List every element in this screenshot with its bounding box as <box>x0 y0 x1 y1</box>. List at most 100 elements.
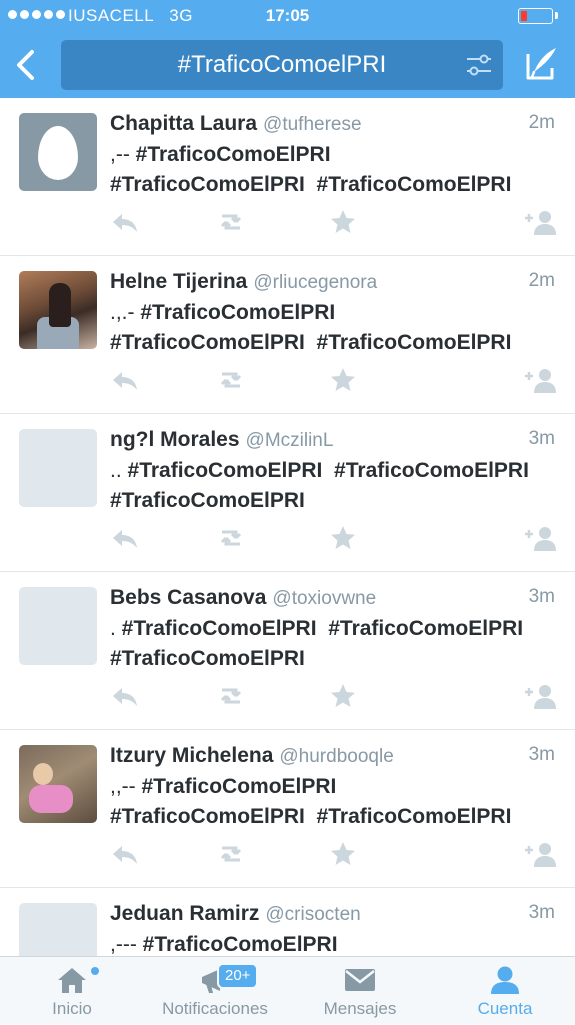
add-user-icon <box>525 369 556 393</box>
user-name[interactable]: ng?l Morales <box>110 428 240 451</box>
retweet-button[interactable] <box>216 366 246 394</box>
tweet-item[interactable]: Chapitta Laura @tufherese 2m ,-- #Trafico… <box>0 98 575 256</box>
favorite-button[interactable] <box>328 208 358 236</box>
user-handle[interactable]: @rliucegenora <box>253 272 377 293</box>
tweet-time: 2m <box>528 112 555 133</box>
follow-button[interactable] <box>523 366 559 394</box>
favorite-button[interactable] <box>328 682 358 710</box>
retweet-icon <box>220 846 242 862</box>
avatar[interactable] <box>19 113 97 191</box>
tweet-actions <box>110 366 560 396</box>
reply-icon <box>113 214 137 232</box>
star-icon <box>331 684 355 707</box>
tweet-item[interactable]: Helne Tijerina @rliucegenora 2m .,.- #Tra… <box>0 256 575 414</box>
tweet-header: ng?l Morales @MczilinL 3m <box>110 428 555 454</box>
user-name[interactable]: Chapitta Laura <box>110 112 257 135</box>
avatar[interactable] <box>19 745 97 823</box>
tweet-item[interactable]: Jeduan Ramirz @crisocten 3m ,--- #Trafico… <box>0 888 575 956</box>
user-name[interactable]: Helne Tijerina <box>110 270 247 293</box>
tweet-time: 3m <box>528 744 555 765</box>
user-name[interactable]: Bebs Casanova <box>110 586 266 609</box>
star-icon <box>331 368 355 391</box>
tweet-time: 3m <box>528 586 555 607</box>
add-user-icon <box>525 843 556 867</box>
tweet-hashtags[interactable]: #TraficoComoElPRI #TraficoComoElPRI #Traf… <box>110 459 529 512</box>
user-handle[interactable]: @MczilinL <box>246 430 334 451</box>
search-query[interactable]: #TraficoComoelPRI <box>61 40 503 90</box>
add-user-icon <box>525 527 556 551</box>
tweet-text-prefix: .. <box>110 459 128 482</box>
follow-button[interactable] <box>523 840 559 868</box>
reply-icon <box>113 530 137 548</box>
tweet-text-prefix: . <box>110 617 122 640</box>
tweet-text-prefix: ,,-- <box>110 775 142 798</box>
star-icon <box>331 842 355 865</box>
search-field[interactable]: #TraficoComoelPRI <box>61 40 503 90</box>
tweet-text-prefix: ,-- <box>110 143 136 166</box>
tweet-time: 3m <box>528 428 555 449</box>
tweet-timeline[interactable]: Chapitta Laura @tufherese 2m ,-- #Trafico… <box>0 98 575 956</box>
avatar[interactable] <box>19 271 97 349</box>
tweet-text: ,-- #TraficoComoElPRI #TraficoComoElPRI #… <box>110 140 560 200</box>
reply-button[interactable] <box>110 366 140 394</box>
user-handle[interactable]: @toxiovwne <box>272 588 376 609</box>
user-name[interactable]: Itzury Michelena <box>110 744 273 767</box>
avatar[interactable] <box>19 429 97 507</box>
tweet-text: . #TraficoComoElPRI #TraficoComoElPRI #Tr… <box>110 614 560 674</box>
tweet-text: .,.- #TraficoComoElPRI #TraficoComoElPRI … <box>110 298 560 358</box>
tweet-item[interactable]: ng?l Morales @MczilinL 3m .. #TraficoComo… <box>0 414 575 572</box>
star-icon <box>331 526 355 549</box>
user-name[interactable]: Jeduan Ramirz <box>110 902 259 925</box>
star-icon <box>331 210 355 233</box>
follow-button[interactable] <box>523 208 559 236</box>
avatar[interactable] <box>19 587 97 665</box>
reply-button[interactable] <box>110 524 140 552</box>
retweet-icon <box>220 530 242 546</box>
retweet-button[interactable] <box>216 840 246 868</box>
tab-notifications[interactable]: 20+ Notificaciones <box>150 957 280 1025</box>
tweet-hashtags[interactable]: #TraficoComoElPRI #TraficoComoElPRI #Traf… <box>110 301 511 354</box>
reply-button[interactable] <box>110 682 140 710</box>
tweet-header: Bebs Casanova @toxiovwne 3m <box>110 586 555 612</box>
retweet-icon <box>220 214 242 230</box>
favorite-button[interactable] <box>328 840 358 868</box>
tweet-header: Jeduan Ramirz @crisocten 3m <box>110 902 555 928</box>
retweet-button[interactable] <box>216 208 246 236</box>
tab-messages[interactable]: Mensajes <box>310 957 410 1025</box>
back-button[interactable] <box>10 46 44 84</box>
retweet-icon <box>220 372 242 388</box>
tab-label-messages: Mensajes <box>323 999 397 1018</box>
search-filter-button[interactable] <box>465 52 493 78</box>
follow-button[interactable] <box>523 682 559 710</box>
tweet-text-prefix: .,.- <box>110 301 141 324</box>
user-handle[interactable]: @hurdbooqle <box>279 746 393 767</box>
tab-home[interactable]: Inicio <box>22 957 122 1025</box>
avatar[interactable] <box>19 903 97 956</box>
tweet-item[interactable]: Itzury Michelena @hurdbooqle 3m ,,-- #Tra… <box>0 730 575 888</box>
reply-button[interactable] <box>110 208 140 236</box>
envelope-icon <box>343 965 377 1000</box>
retweet-button[interactable] <box>216 524 246 552</box>
tweet-header: Chapitta Laura @tufherese 2m <box>110 112 555 138</box>
tab-account[interactable]: Cuenta <box>455 957 555 1025</box>
tweet-hashtags[interactable]: #TraficoComoElPRI #TraficoComoElPRI #Traf… <box>110 775 511 828</box>
favorite-button[interactable] <box>328 524 358 552</box>
tweet-header: Itzury Michelena @hurdbooqle 3m <box>110 744 555 770</box>
tweet-item[interactable]: Bebs Casanova @toxiovwne 3m . #TraficoCom… <box>0 572 575 730</box>
user-handle[interactable]: @crisocten <box>265 904 360 925</box>
user-handle[interactable]: @tufherese <box>263 114 362 135</box>
favorite-button[interactable] <box>328 366 358 394</box>
tweet-header: Helne Tijerina @rliucegenora 2m <box>110 270 555 296</box>
tweet-text: ,,-- #TraficoComoElPRI #TraficoComoElPRI … <box>110 772 560 832</box>
follow-button[interactable] <box>523 524 559 552</box>
reply-icon <box>113 846 137 864</box>
compose-tweet-button[interactable] <box>522 44 562 84</box>
tweet-hashtags[interactable]: #TraficoComoElPRI #TraficoComoElPRI #Traf… <box>110 143 511 196</box>
add-user-icon <box>525 211 556 235</box>
tab-label-notifications: Notificaciones <box>162 999 268 1018</box>
retweet-button[interactable] <box>216 682 246 710</box>
tweet-hashtags[interactable]: #TraficoComoElPRI <box>143 933 338 956</box>
sliders-icon <box>467 54 491 76</box>
tweet-hashtags[interactable]: #TraficoComoElPRI #TraficoComoElPRI #Traf… <box>110 617 523 670</box>
reply-button[interactable] <box>110 840 140 868</box>
